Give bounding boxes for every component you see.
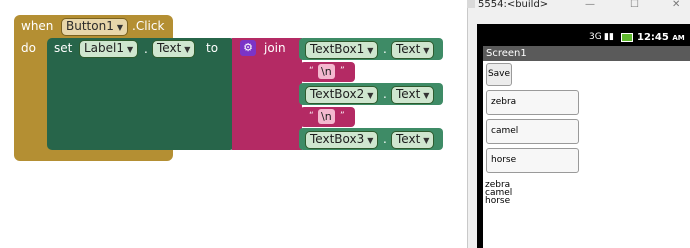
- textbox2-property-dropdown[interactable]: Text ▼: [391, 86, 435, 104]
- textbox1-label: TextBox1: [310, 42, 365, 56]
- textbox2-dropdown[interactable]: TextBox2 ▼: [305, 86, 379, 104]
- set-component-label: Label1: [84, 41, 125, 55]
- clock-suffix: AM: [672, 34, 685, 42]
- textbox1-property-dropdown[interactable]: Text ▼: [391, 41, 435, 59]
- textbox1-field[interactable]: zebra: [486, 90, 579, 115]
- chevron-down-icon: ▼: [127, 45, 134, 54]
- textbox3-dropdown[interactable]: TextBox3 ▼: [305, 131, 379, 149]
- textbox3-property-label: Text: [396, 132, 421, 146]
- save-button[interactable]: Save: [486, 63, 512, 86]
- chevron-down-icon: ▼: [184, 45, 191, 54]
- status-clock: 12:45 AM: [637, 29, 685, 47]
- join-label: join: [264, 41, 286, 55]
- set-label: set: [54, 41, 73, 55]
- chevron-down-icon: ▼: [423, 46, 430, 55]
- set-property-dropdown[interactable]: Text ▼: [152, 40, 196, 58]
- screen-title: Screen1: [483, 46, 690, 61]
- textbox2-property-label: Text: [396, 87, 421, 101]
- textbox3-label: TextBox3: [310, 132, 365, 146]
- event-component-label: Button1: [66, 19, 114, 33]
- textbox1-property-label: Text: [396, 42, 421, 56]
- chevron-down-icon: ▼: [367, 91, 374, 100]
- when-label: when: [21, 19, 54, 33]
- app-icon: [467, 0, 475, 8]
- maximize-icon[interactable]: ☐: [630, 0, 639, 10]
- event-component-dropdown[interactable]: Button1 ▼: [61, 18, 128, 36]
- close-quote-icon: ”: [340, 111, 345, 121]
- chevron-down-icon: ▼: [116, 23, 123, 32]
- chevron-down-icon: ▼: [367, 136, 374, 145]
- to-label: to: [206, 41, 219, 55]
- chevron-down-icon: ▼: [367, 46, 374, 55]
- minimize-icon[interactable]: —: [585, 0, 595, 10]
- clock-time: 12:45: [637, 32, 669, 43]
- textbox3-dot: .: [383, 132, 387, 146]
- gear-icon[interactable]: ⚙: [240, 40, 256, 56]
- newline-string-1[interactable]: \n: [318, 64, 335, 79]
- textbox1-dropdown[interactable]: TextBox1 ▼: [305, 41, 379, 59]
- newline-string-2[interactable]: \n: [318, 109, 335, 124]
- textbox3-field[interactable]: horse: [486, 148, 579, 173]
- close-icon[interactable]: ✕: [672, 0, 680, 10]
- textbox1-dot: .: [383, 42, 387, 56]
- set-dot-label: .: [144, 42, 148, 56]
- signal-icon: ▮▮: [604, 32, 614, 42]
- network-3g-icon: 3G: [589, 32, 602, 42]
- open-quote-icon: “: [309, 111, 314, 121]
- set-property-label: Text: [157, 41, 182, 55]
- chevron-down-icon: ▼: [423, 91, 430, 100]
- do-label: do: [21, 41, 36, 55]
- label1-output: zebra camel horse: [485, 180, 513, 206]
- battery-icon: [621, 33, 633, 42]
- window-title: 5554:<build>: [478, 0, 549, 10]
- chevron-down-icon: ▼: [423, 136, 430, 145]
- textbox3-property-dropdown[interactable]: Text ▼: [391, 131, 435, 149]
- textbox2-dot: .: [383, 87, 387, 101]
- close-quote-icon: ”: [340, 66, 345, 76]
- textbox2-label: TextBox2: [310, 87, 365, 101]
- textbox2-field[interactable]: camel: [486, 119, 579, 144]
- open-quote-icon: “: [309, 66, 314, 76]
- event-name-label: .Click: [132, 19, 165, 33]
- set-component-dropdown[interactable]: Label1 ▼: [79, 40, 139, 58]
